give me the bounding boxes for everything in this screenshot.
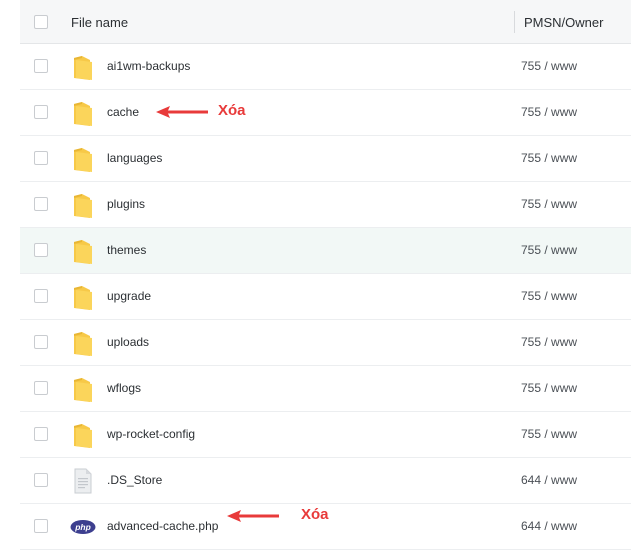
perm-owner-column-header[interactable]: PMSN/Owner: [524, 15, 603, 30]
table-row-themes[interactable]: themes 755 / www: [20, 228, 631, 274]
row-checkbox[interactable]: [34, 519, 48, 533]
row-checkbox[interactable]: [34, 427, 48, 441]
folder-icon: [72, 237, 94, 265]
file-perm: 755 / www: [521, 105, 578, 119]
file-name[interactable]: languages: [107, 151, 162, 165]
file-perm: 755 / www: [521, 151, 578, 165]
row-checkbox[interactable]: [34, 335, 48, 349]
file-name[interactable]: uploads: [107, 335, 149, 349]
file-perm: 755 / www: [521, 427, 578, 441]
row-checkbox[interactable]: [34, 197, 48, 211]
file-perm: 755 / www: [521, 197, 578, 211]
table-row-plugins[interactable]: plugins 755 / www: [20, 182, 631, 228]
file-name[interactable]: plugins: [107, 197, 145, 211]
php-file-icon: php: [70, 513, 96, 541]
folder-icon: [72, 145, 94, 173]
table-row-ai1wm-backups[interactable]: ai1wm-backups 755 / www: [20, 44, 631, 90]
row-checkbox[interactable]: [34, 289, 48, 303]
file-name[interactable]: advanced-cache.php: [107, 519, 218, 533]
file-perm: 644 / www: [521, 473, 578, 487]
table-row-cache[interactable]: cache 755 / www: [20, 90, 631, 136]
delete-annotation-cache: Xóa: [156, 102, 256, 122]
file-perm: 755 / www: [521, 289, 578, 303]
file-name[interactable]: wp-rocket-config: [107, 427, 195, 441]
file-name[interactable]: wflogs: [107, 381, 141, 395]
folder-icon: [72, 99, 94, 127]
file-name[interactable]: .DS_Store: [107, 473, 162, 487]
file-name[interactable]: themes: [107, 243, 146, 257]
file-perm: 755 / www: [521, 243, 578, 257]
table-row-upgrade[interactable]: upgrade 755 / www: [20, 274, 631, 320]
red-arrow-icon: [227, 510, 279, 522]
folder-icon: [72, 191, 94, 219]
file-name[interactable]: upgrade: [107, 289, 151, 303]
table-row-uploads[interactable]: uploads 755 / www: [20, 320, 631, 366]
row-checkbox[interactable]: [34, 243, 48, 257]
row-checkbox[interactable]: [34, 473, 48, 487]
file-name[interactable]: cache: [107, 105, 139, 119]
row-checkbox[interactable]: [34, 105, 48, 119]
table-row-wp-rocket-config[interactable]: wp-rocket-config 755 / www: [20, 412, 631, 458]
delete-label: Xóa: [301, 506, 329, 523]
folder-icon: [72, 283, 94, 311]
red-arrow-icon: [156, 106, 208, 118]
folder-icon: [72, 329, 94, 357]
file-name-column-header[interactable]: File name: [71, 15, 128, 30]
row-checkbox[interactable]: [34, 151, 48, 165]
table-row-languages[interactable]: languages 755 / www: [20, 136, 631, 182]
file-perm: 755 / www: [521, 59, 578, 73]
file-perm: 755 / www: [521, 381, 578, 395]
table-row-ds-store[interactable]: .DS_Store 644 / www: [20, 458, 631, 504]
table-header: File name PMSN/Owner: [20, 0, 631, 44]
folder-icon: [72, 421, 94, 449]
column-divider[interactable]: [514, 11, 515, 33]
file-name[interactable]: ai1wm-backups: [107, 59, 190, 73]
delete-label: Xóa: [218, 102, 246, 119]
row-checkbox[interactable]: [34, 59, 48, 73]
folder-icon: [72, 375, 94, 403]
row-checkbox[interactable]: [34, 381, 48, 395]
php-icon-text: php: [74, 522, 91, 532]
file-perm: 644 / www: [521, 519, 578, 533]
select-all-checkbox[interactable]: [34, 15, 48, 29]
file-icon: [72, 467, 94, 495]
file-perm: 755 / www: [521, 335, 578, 349]
delete-annotation-advanced-cache: Xóa: [227, 506, 337, 526]
folder-icon: [72, 53, 94, 81]
file-manager-table: File name PMSN/Owner ai1wm-backups 755 /…: [20, 0, 631, 550]
table-row-wflogs[interactable]: wflogs 755 / www: [20, 366, 631, 412]
